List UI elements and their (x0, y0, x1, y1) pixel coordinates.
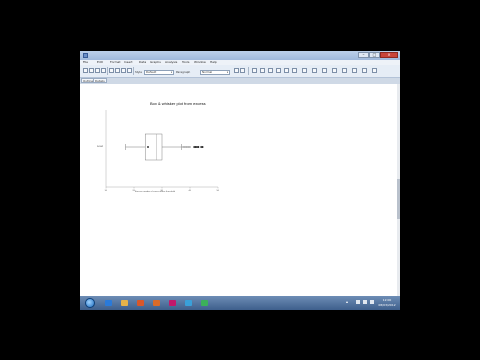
explorer-app[interactable] (118, 297, 131, 309)
close-button[interactable]: × (380, 52, 398, 58)
new-icon[interactable] (83, 68, 88, 73)
export-icon[interactable] (332, 68, 337, 73)
open-icon[interactable] (89, 68, 94, 73)
undo-icon[interactable] (127, 68, 132, 73)
scrollbar-thumb[interactable] (397, 179, 400, 219)
explorer-icon (121, 300, 128, 306)
toolbar-separator (107, 67, 108, 75)
italic-icon[interactable] (260, 68, 265, 73)
media-player-app[interactable] (134, 297, 147, 309)
paragraph-value: Normal (202, 70, 213, 74)
firefox-app[interactable] (150, 297, 163, 309)
firefox-icon (153, 300, 160, 306)
taskbar: ▴ 12:00 08/03/2012 (80, 296, 400, 310)
x-tick-label: 40 (189, 190, 192, 192)
mean-marker (147, 146, 149, 148)
save-icon[interactable] (95, 68, 100, 73)
spreadsheet-icon (201, 300, 208, 306)
minimize-button[interactable]: – (358, 52, 369, 58)
zoom-icon[interactable] (240, 68, 245, 73)
outlier-point (186, 146, 188, 148)
align-right-icon[interactable] (292, 68, 297, 73)
minitab-icon (169, 300, 176, 306)
toolbar-separator (248, 67, 249, 75)
maximize-button[interactable]: □ (369, 52, 380, 58)
table-icon[interactable] (312, 68, 317, 73)
x-axis-label: Excess number of cases above threshold (135, 190, 176, 193)
photos-icon (185, 300, 192, 306)
clock-date[interactable]: 08/03/2012 (376, 303, 398, 307)
photos-app[interactable] (182, 297, 195, 309)
tray-expand-icon[interactable]: ▴ (346, 299, 348, 304)
outlier-point (197, 146, 200, 148)
bold-icon[interactable] (252, 68, 257, 73)
info-icon[interactable] (362, 68, 367, 73)
clock-time[interactable]: 12:00 (376, 298, 398, 302)
volume-icon[interactable] (370, 300, 374, 304)
spreadsheet-app[interactable] (198, 297, 211, 309)
x-tick-label: 10 (105, 190, 108, 192)
minitab-app[interactable] (166, 297, 179, 309)
paste-icon[interactable] (121, 68, 126, 73)
action-center-icon[interactable] (356, 300, 360, 304)
align-center-icon[interactable] (284, 68, 289, 73)
outlier-point (182, 146, 184, 148)
filter-icon[interactable] (342, 68, 347, 73)
options-icon[interactable] (352, 68, 357, 73)
style-label: Style (135, 70, 143, 74)
vertical-scrollbar[interactable] (397, 84, 400, 298)
chart-title: Box & whisker plot from excess (150, 101, 206, 106)
outlier-point (201, 146, 204, 148)
side-tabs: Outline Details (80, 77, 400, 84)
align-left-icon[interactable] (276, 68, 281, 73)
underline-icon[interactable] (268, 68, 273, 73)
chart-marks: 10 20 30 40 50 (105, 133, 220, 192)
start-button[interactable] (85, 298, 95, 308)
ie-app[interactable] (102, 297, 115, 309)
category-label: Level (97, 145, 103, 148)
graph-icon[interactable] (302, 68, 307, 73)
print-icon[interactable] (101, 68, 106, 73)
paragraph-label: Paragraph (176, 70, 191, 74)
media-player-icon (137, 300, 144, 306)
outlier-point (185, 146, 187, 148)
window-titlebar[interactable]: – □ × (80, 51, 400, 60)
cut-icon[interactable] (109, 68, 114, 73)
tab-details[interactable]: Details (93, 78, 107, 83)
desktop-screen: – □ × File Edit Format Insert Data Graph… (80, 51, 400, 310)
paragraph-dropdown[interactable]: Normal ▾ (200, 70, 230, 75)
document-area[interactable]: Box & whisker plot from excess Level Exc… (80, 84, 397, 298)
chart-icon[interactable] (322, 68, 327, 73)
help-icon[interactable] (372, 68, 377, 73)
find-icon[interactable] (234, 68, 239, 73)
outlier-point (187, 146, 190, 148)
chevron-down-icon: ▾ (226, 71, 229, 74)
app-icon (83, 53, 88, 58)
box-whisker-chart: Box & whisker plot from excess Level Exc… (97, 101, 220, 193)
outlier-point (183, 146, 186, 148)
copy-icon[interactable] (115, 68, 120, 73)
outlier-point (189, 146, 191, 148)
style-value: Default (146, 70, 157, 74)
x-tick-label: 50 (217, 190, 220, 192)
style-dropdown[interactable]: Default ▾ (144, 70, 174, 75)
network-icon[interactable] (363, 300, 367, 304)
ie-icon (105, 300, 112, 306)
toolbar-separator (133, 67, 134, 75)
chevron-down-icon: ▾ (170, 71, 173, 74)
